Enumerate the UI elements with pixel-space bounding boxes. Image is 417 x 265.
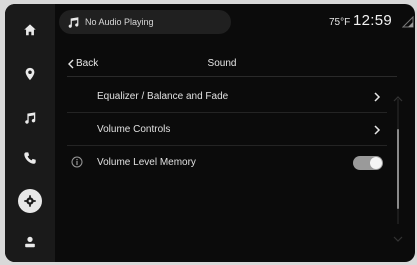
side-dock <box>5 4 55 262</box>
settings-row-label: Equalizer / Balance and Fade <box>97 91 229 102</box>
now-playing-text: No Audio Playing <box>85 17 154 27</box>
dock-home-button[interactable] <box>18 18 42 42</box>
music-note-icon <box>25 112 36 124</box>
phone-icon <box>24 152 36 164</box>
chevron-right-icon <box>374 92 381 102</box>
page-title: Sound <box>207 58 237 69</box>
dock-phone-button[interactable] <box>18 146 42 170</box>
now-playing-pill[interactable]: No Audio Playing <box>59 10 231 34</box>
settings-row-equalizer[interactable]: Equalizer / Balance and Fade <box>67 82 387 113</box>
scroll-down-icon[interactable] <box>393 236 403 242</box>
home-icon <box>24 24 36 36</box>
dock-profile-button[interactable] <box>18 230 42 254</box>
dock-audio-button[interactable] <box>18 106 42 130</box>
settings-row-volume-controls[interactable]: Volume Controls <box>67 115 387 146</box>
settings-row-label: Volume Level Memory <box>97 157 196 168</box>
music-note-icon <box>68 16 79 28</box>
chevron-right-icon <box>374 125 381 135</box>
clock-time: 12:59 <box>353 12 393 29</box>
volume-level-memory-toggle[interactable] <box>353 156 383 170</box>
settings-row-label: Volume Controls <box>97 124 171 135</box>
page-header: Back Sound <box>57 54 387 76</box>
outside-temperature: 75°F <box>329 17 351 28</box>
settings-icon <box>24 195 36 207</box>
header-divider <box>67 76 397 77</box>
scrollbar-thumb[interactable] <box>397 129 399 209</box>
connectivity-icon <box>402 16 414 28</box>
toggle-knob <box>370 157 382 169</box>
head-unit-screen: No Audio Playing 75°F 12:59 Back Sound E… <box>5 4 415 262</box>
dock-settings-button[interactable] <box>18 189 42 213</box>
dock-navigation-button[interactable] <box>18 62 42 86</box>
navigation-icon <box>25 67 35 81</box>
settings-row-volume-level-memory: Volume Level Memory <box>67 148 387 178</box>
info-icon[interactable] <box>71 156 83 168</box>
user-icon <box>25 236 35 248</box>
status-bar: No Audio Playing 75°F 12:59 <box>57 10 415 36</box>
